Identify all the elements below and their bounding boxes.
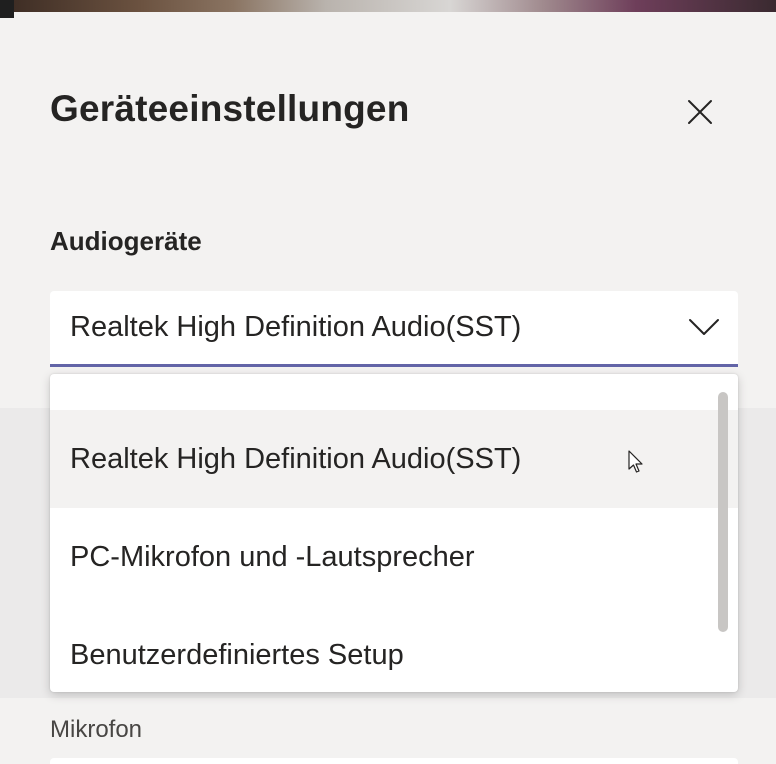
dropdown-option-label: PC-Mikrofon und -Lautsprecher [70, 540, 475, 573]
audio-device-selected-value: Realtek High Definition Audio(SST) [70, 311, 522, 343]
mouse-pointer-icon [628, 450, 643, 473]
microphone-label: Mikrofon [50, 716, 143, 743]
dropdown-scrollbar[interactable] [718, 392, 728, 632]
video-preview-edge [0, 0, 14, 18]
video-preview-strip [0, 0, 776, 12]
audio-device-dropdown: Realtek High Definition Audio(SST) PC-Mi… [50, 374, 738, 692]
dropdown-option-pc-mic-speaker[interactable]: PC-Mikrofon und -Lautsprecher [50, 508, 738, 606]
close-button[interactable] [678, 90, 722, 134]
microphone-select[interactable] [50, 758, 738, 764]
dropdown-option-custom-setup[interactable]: Benutzerdefiniertes Setup [50, 606, 738, 692]
audio-device-select[interactable]: Realtek High Definition Audio(SST) [50, 291, 738, 367]
page-title: Geräteeinstellungen [50, 88, 410, 129]
audio-devices-label: Audiogeräte [50, 226, 202, 256]
chevron-down-icon [689, 319, 719, 335]
close-icon [688, 100, 712, 124]
device-settings-panel: Geräteeinstellungen Audiogeräte Realtek … [0, 0, 776, 764]
dropdown-option-label: Realtek High Definition Audio(SST) [70, 442, 522, 475]
dropdown-option-label: Benutzerdefiniertes Setup [70, 638, 404, 671]
